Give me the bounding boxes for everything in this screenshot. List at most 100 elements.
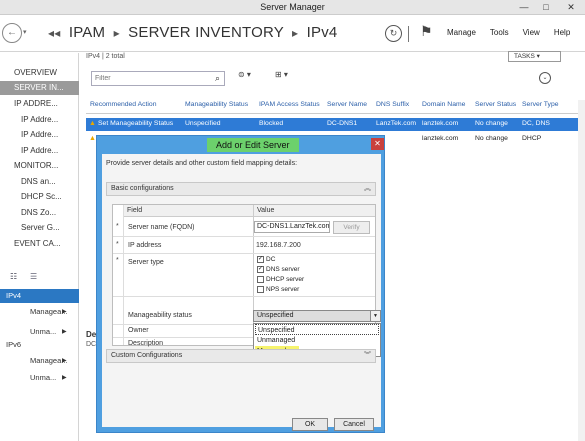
col-server-status[interactable]: Server Status	[475, 101, 516, 108]
col-domain-name[interactable]: Domain Name	[422, 101, 465, 108]
breadcrumb-ipv4[interactable]: IPv4	[307, 24, 338, 41]
description-label: Description	[128, 340, 164, 347]
chevron-right-icon[interactable]: ▶	[62, 354, 67, 368]
scrollbar[interactable]	[578, 100, 585, 441]
cell-action: Set Manageability Status	[98, 120, 174, 127]
type-dns-checkbox[interactable]: ✓ DNS server	[257, 266, 300, 273]
checkbox-checked-icon[interactable]: ✓	[257, 256, 264, 263]
expand-icon[interactable]: ︾	[364, 350, 371, 362]
sidebar-item[interactable]: SERVER IN...	[0, 81, 79, 95]
sidebar-item[interactable]: IP Addre...	[0, 113, 79, 127]
checkbox-checked-icon[interactable]: ✓	[257, 266, 264, 273]
expand-icon[interactable]: ⌄	[539, 72, 551, 84]
chevron-right-icon[interactable]: ▶	[62, 305, 67, 319]
table-row[interactable]: ▲ Set Manageability Status Unspecified B…	[86, 118, 585, 131]
menu-manage[interactable]: Manage	[447, 28, 476, 37]
checkbox-icon[interactable]	[257, 276, 264, 283]
breadcrumb-server-inventory[interactable]: SERVER INVENTORY	[128, 24, 283, 41]
cell-server-name: DC-DNS1	[327, 120, 358, 127]
ip-value[interactable]: 192.168.7.200	[256, 242, 301, 249]
basic-config-section[interactable]: Basic configurations ︽	[106, 182, 376, 196]
view-item[interactable]: IPv6	[0, 338, 79, 352]
breadcrumb-ipam[interactable]: IPAM	[69, 24, 105, 41]
sidebar-item[interactable]: MONITOR...	[0, 159, 79, 173]
view-item-label: IPv6	[6, 340, 22, 349]
sidebar-item[interactable]: OVERVIEW	[0, 66, 79, 80]
sidebar-item[interactable]: Server G...	[0, 221, 79, 235]
close-button[interactable]: ✕	[557, 0, 585, 15]
required-marker: *	[116, 257, 119, 264]
menu-bar: Manage Tools View Help	[447, 28, 584, 37]
chevron-right-icon[interactable]: ▶	[62, 371, 67, 385]
chevron-down-icon[interactable]: ▼	[370, 311, 380, 321]
maximize-button[interactable]: □	[535, 0, 557, 15]
col-field: Field	[124, 205, 253, 217]
menu-help[interactable]: Help	[554, 28, 570, 37]
checkbox-icon[interactable]	[257, 286, 264, 293]
collapse-icon[interactable]: ︽	[364, 183, 371, 195]
tree-view-icon[interactable]: ☰	[30, 272, 37, 281]
flag-icon[interactable]: ⚑	[420, 23, 433, 40]
refresh-icon[interactable]: ↻	[385, 25, 402, 42]
sidebar-item[interactable]: DHCP Sc...	[0, 190, 79, 204]
sidebar: OVERVIEW SERVER IN... IP ADDRE... IP Addre.…	[0, 53, 79, 441]
sidebar-item[interactable]: IP Addre...	[0, 144, 79, 158]
list-view-icon[interactable]: ☷	[10, 272, 17, 281]
fqdn-input[interactable]: DC-DNS1.LanzTek.com	[254, 221, 330, 233]
type-dc-checkbox[interactable]: ✓ DC	[257, 256, 275, 263]
back-arrow-icon[interactable]: ←	[2, 23, 22, 43]
filter-input[interactable]	[92, 72, 202, 85]
breadcrumb-sep-icon: ▸	[113, 26, 120, 40]
manageability-select[interactable]: Unspecified ▼	[253, 310, 381, 322]
col-dns-suffix[interactable]: DNS Suffix	[376, 101, 409, 108]
sidebar-item[interactable]: DNS Zo...	[0, 206, 79, 220]
grid-header: Recommended Action Manageability Status …	[86, 99, 585, 113]
col-server-name[interactable]: Server Name	[327, 101, 367, 108]
cell-domain: lanztek.com	[422, 120, 459, 127]
type-nps-label: NPS server	[266, 286, 300, 294]
type-nps-checkbox[interactable]: NPS server	[257, 286, 299, 293]
search-icon[interactable]: ⌕	[215, 73, 220, 84]
dialog-close-icon[interactable]: ✕	[371, 138, 384, 150]
custom-config-section[interactable]: Custom Configurations ︾	[106, 349, 376, 363]
view-item[interactable]: Managea... ▶	[0, 354, 79, 368]
breadcrumb-prefix-icon: ◂◂	[48, 26, 61, 40]
tasks-button[interactable]: TASKS ▾	[508, 51, 561, 62]
verify-button[interactable]: Verify	[333, 221, 370, 234]
menu-tools[interactable]: Tools	[490, 28, 509, 37]
chevron-right-icon[interactable]: ▶	[62, 325, 67, 339]
ok-button[interactable]: OK	[292, 418, 328, 431]
view-item[interactable]: Unma... ▶	[0, 371, 79, 385]
sidebar-item[interactable]: IP Addre...	[0, 128, 79, 142]
type-dhcp-checkbox[interactable]: DHCP server	[257, 276, 304, 283]
view-item[interactable]: Unma... ▶	[0, 325, 79, 339]
manageability-label: Manageability status	[128, 312, 192, 319]
col-server-type[interactable]: Server Type	[522, 101, 559, 108]
nav-bar: ← ▾ ◂◂ IPAM ▸ SERVER INVENTORY ▸ IPv4 ↻ …	[0, 16, 585, 52]
view-item[interactable]: IPv4	[0, 289, 79, 303]
option-unspecified[interactable]: Unspecified	[255, 324, 379, 335]
col-manageability-status[interactable]: Manageability Status	[185, 101, 248, 108]
col-ipam-access-status[interactable]: IPAM Access Status	[259, 101, 320, 108]
list-options-icon[interactable]: ⊜ ▾	[238, 70, 251, 79]
option-unmanaged[interactable]: Unmanaged	[255, 335, 379, 346]
details-heading: De	[86, 330, 97, 339]
col-recommended-action[interactable]: Recommended Action	[90, 101, 157, 108]
cancel-button[interactable]: Cancel	[334, 418, 374, 431]
type-dns-label: DNS server	[266, 266, 300, 274]
field-table: Field Value * Server name (FQDN) DC-DNS1…	[112, 204, 381, 357]
menu-view[interactable]: View	[523, 28, 540, 37]
select-value: Unspecified	[257, 312, 294, 319]
sidebar-item[interactable]: IP ADDRE...	[0, 97, 79, 111]
history-dropdown-icon[interactable]: ▾	[23, 28, 27, 36]
view-item[interactable]: Managea... ▶	[0, 305, 79, 319]
view-item-label: Unma...	[30, 327, 57, 336]
required-marker: *	[116, 241, 119, 248]
sidebar-item[interactable]: EVENT CA...	[0, 237, 79, 251]
minimize-button[interactable]: —	[513, 0, 535, 15]
cell-domain: lanztek.com	[422, 135, 459, 142]
cell-manageability: Unspecified	[185, 120, 221, 127]
save-query-icon[interactable]: ⊞ ▾	[275, 70, 288, 79]
sidebar-item[interactable]: DNS an...	[0, 175, 79, 189]
cell-dns-suffix: LanzTek.com	[376, 120, 417, 127]
